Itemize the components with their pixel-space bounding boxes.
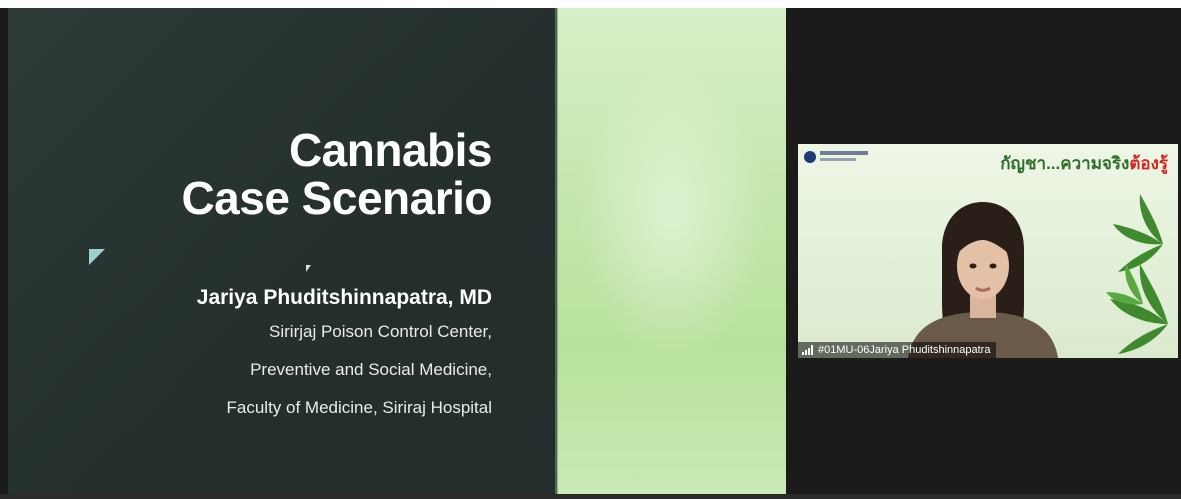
virtual-background-slogan: กัญชา...ความจริงต้องรู้ <box>1000 150 1168 177</box>
participant-name-label: #01MU-06Jariya Phuditshinnapatra <box>798 342 997 358</box>
slide-green-panel <box>557 8 786 494</box>
slide-title-line-2: Case Scenario <box>181 172 492 224</box>
slide-title: Cannabis Case Scenario <box>181 126 492 222</box>
mouse-cursor-icon <box>306 265 311 272</box>
signal-bars-icon <box>802 345 813 355</box>
window-bottom-edge <box>0 494 1181 499</box>
accent-triangle-icon <box>89 249 105 265</box>
cannabis-leaves-decoration <box>1106 194 1168 354</box>
slide-affiliation-3: Faculty of Medicine, Siriraj Hospital <box>226 398 492 417</box>
participant-person <box>908 202 1058 358</box>
virtual-background-logo-subtext <box>820 158 856 161</box>
slogan-part-1: กัญชา...ความจริง <box>1000 154 1130 173</box>
slide-author: Jariya Phuditshinnapatra, MD <box>196 286 492 309</box>
slide-affiliation-2: Preventive and Social Medicine, <box>250 360 492 379</box>
slide-glow <box>577 68 767 368</box>
slide-divider <box>555 8 558 494</box>
participant-display-name: #01MU-06Jariya Phuditshinnapatra <box>818 344 991 356</box>
virtual-background-logo-icon <box>804 151 816 163</box>
slide-title-line-1: Cannabis <box>288 124 493 176</box>
shared-presentation-slide: Cannabis Case Scenario Jariya Phuditshin… <box>8 8 786 494</box>
participant-video-tile[interactable]: กัญชา...ความจริงต้องรู้ #01MU-06Jariya P… <box>798 144 1178 358</box>
virtual-background-logo-text <box>820 151 868 155</box>
slide-affiliation-1: Sirirjaj Poison Control Center, <box>269 322 492 341</box>
slogan-part-2: ต้องรู้ <box>1129 154 1168 173</box>
window-top-edge <box>0 0 1181 8</box>
